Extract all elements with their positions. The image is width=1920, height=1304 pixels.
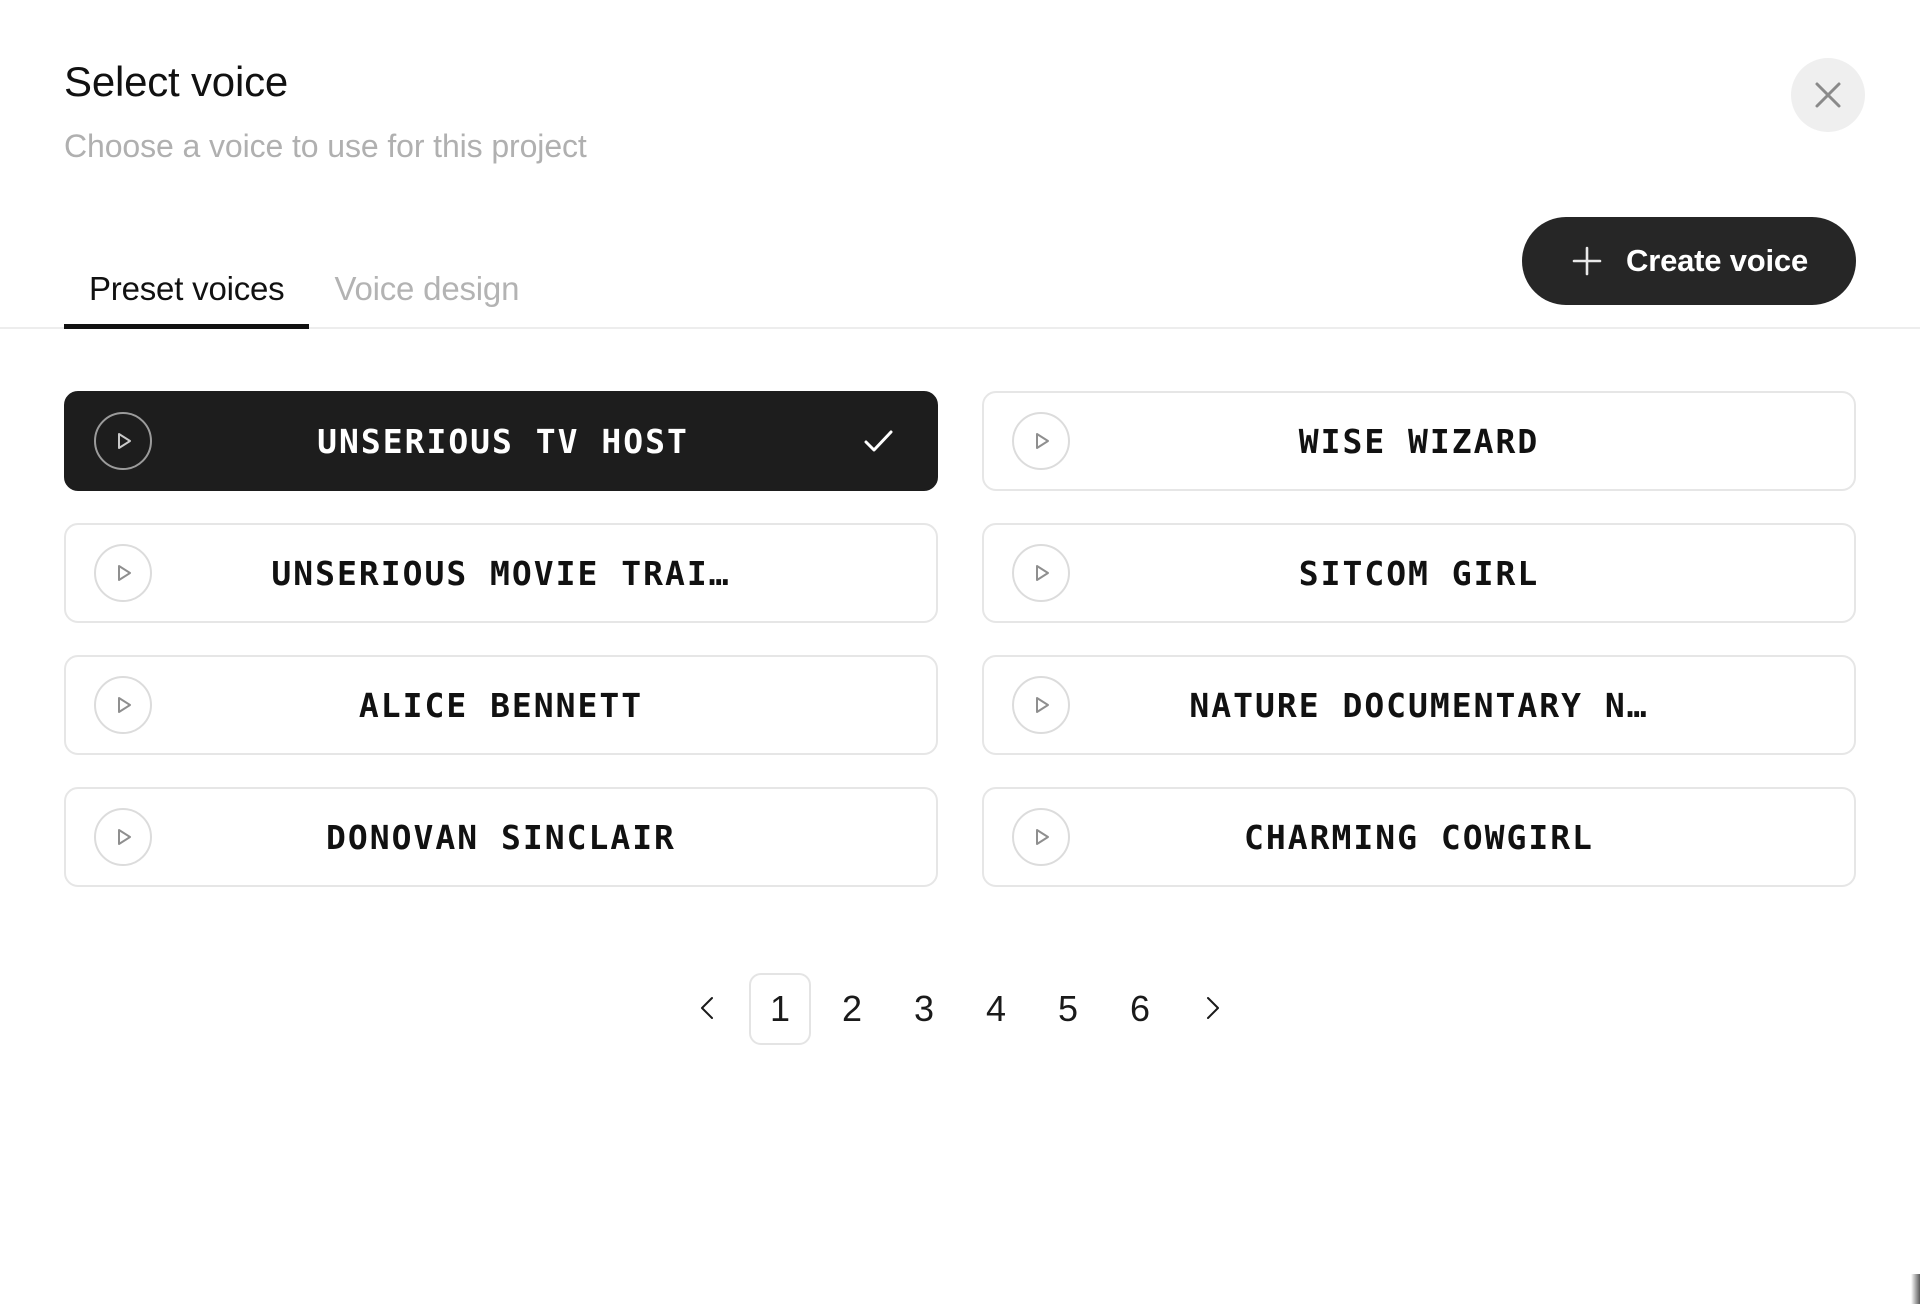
play-icon[interactable] bbox=[94, 808, 152, 867]
play-icon[interactable] bbox=[94, 412, 152, 471]
voice-card-sitcom-girl[interactable]: SITCOM GIRL bbox=[982, 523, 1856, 624]
pagination-page-3[interactable]: 3 bbox=[893, 973, 955, 1045]
chevron-left-icon bbox=[693, 993, 723, 1026]
play-icon[interactable] bbox=[1012, 808, 1070, 867]
voice-card-unserious-movie-trailer[interactable]: UNSERIOUS MOVIE TRAI… bbox=[64, 523, 938, 624]
modal-subtitle: Choose a voice to use for this project bbox=[64, 128, 587, 165]
voice-name: CHARMING COWGIRL bbox=[1244, 817, 1594, 857]
voice-name: NATURE DOCUMENTARY N… bbox=[1189, 685, 1649, 725]
close-icon bbox=[1809, 76, 1847, 114]
play-icon[interactable] bbox=[94, 676, 152, 735]
voice-card-wise-wizard[interactable]: WISE WIZARD bbox=[982, 391, 1856, 492]
pagination-prev-button[interactable] bbox=[677, 973, 739, 1045]
tab-list: Preset voices Voice design bbox=[64, 221, 544, 330]
select-voice-modal: Select voice Choose a voice to use for t… bbox=[0, 0, 1920, 1304]
chevron-right-icon bbox=[1197, 993, 1227, 1026]
voice-name: UNSERIOUS TV HOST bbox=[317, 421, 689, 461]
pagination-next-button[interactable] bbox=[1181, 973, 1243, 1045]
voice-name: UNSERIOUS MOVIE TRAI… bbox=[271, 553, 731, 593]
tab-label: Preset voices bbox=[89, 270, 285, 308]
play-icon[interactable] bbox=[1012, 544, 1070, 603]
voice-card-unserious-tv-host[interactable]: UNSERIOUS TV HOST bbox=[64, 391, 938, 492]
pagination-page-5[interactable]: 5 bbox=[1037, 973, 1099, 1045]
pagination-page-6[interactable]: 6 bbox=[1109, 973, 1171, 1045]
play-icon[interactable] bbox=[94, 544, 152, 603]
voice-grid: UNSERIOUS TV HOST WISE WIZARD UNSERIOUS … bbox=[64, 391, 1856, 888]
tab-label: Voice design bbox=[334, 270, 520, 308]
play-icon[interactable] bbox=[1012, 676, 1070, 735]
modal-header: Select voice Choose a voice to use for t… bbox=[0, 0, 1920, 165]
voice-name: SITCOM GIRL bbox=[1298, 553, 1540, 593]
page-title: Select voice bbox=[64, 58, 289, 105]
voice-card-donovan-sinclair[interactable]: DONOVAN SINCLAIR bbox=[64, 787, 938, 888]
voice-name: WISE WIZARD bbox=[1298, 421, 1540, 461]
create-voice-label: Create voice bbox=[1626, 243, 1808, 279]
pagination-page-4[interactable]: 4 bbox=[965, 973, 1027, 1045]
plus-icon bbox=[1570, 244, 1604, 278]
check-icon bbox=[854, 417, 902, 465]
play-icon[interactable] bbox=[1012, 412, 1070, 471]
create-voice-button[interactable]: Create voice bbox=[1522, 217, 1856, 306]
voice-name: DONOVAN SINCLAIR bbox=[326, 817, 676, 857]
voice-card-charming-cowgirl[interactable]: CHARMING COWGIRL bbox=[982, 787, 1856, 888]
tab-voice-design[interactable]: Voice design bbox=[309, 221, 544, 327]
close-button[interactable] bbox=[1791, 58, 1865, 132]
tab-preset-voices[interactable]: Preset voices bbox=[64, 221, 310, 330]
voice-card-nature-documentary-narrator[interactable]: NATURE DOCUMENTARY N… bbox=[982, 655, 1856, 756]
pagination-page-1[interactable]: 1 bbox=[749, 973, 811, 1046]
pagination: 1 2 3 4 5 6 bbox=[0, 973, 1920, 1046]
tabs-bar: Preset voices Voice design Create voice bbox=[0, 217, 1920, 330]
corner-artifact bbox=[1911, 1274, 1920, 1304]
voice-name: ALICE BENNETT bbox=[358, 685, 644, 725]
voice-card-alice-bennett[interactable]: ALICE BENNETT bbox=[64, 655, 938, 756]
pagination-page-2[interactable]: 2 bbox=[821, 973, 883, 1045]
